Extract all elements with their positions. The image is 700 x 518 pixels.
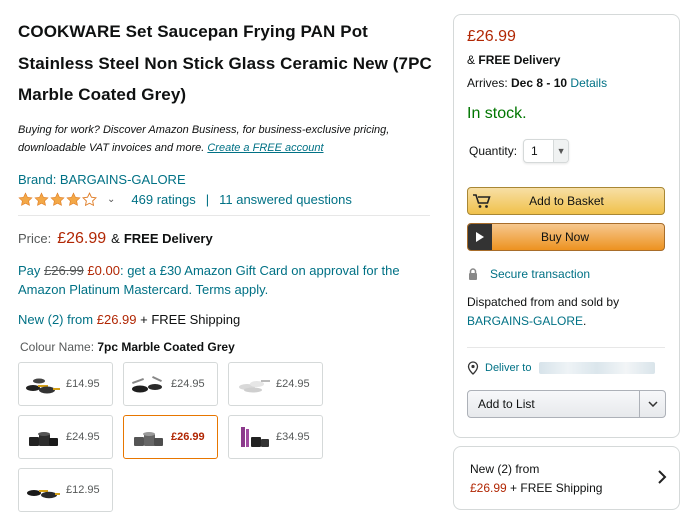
colour-value: 7pc Marble Coated Grey <box>97 339 235 354</box>
gift-card-promo[interactable]: Pay £26.99 £0.00: get a £30 Amazon Gift … <box>18 261 428 299</box>
promo-new-price: £0.00 <box>87 262 120 278</box>
location-pin-icon <box>467 361 479 375</box>
star-full-icon <box>34 192 49 206</box>
quantity-label: Quantity: <box>469 144 518 158</box>
star-full-icon <box>18 192 33 206</box>
price-value: £26.99 <box>57 229 107 247</box>
buy-now-label: Buy Now <box>540 230 590 244</box>
chevron-down-icon[interactable]: ⌄ <box>107 194 115 205</box>
divider <box>18 214 430 216</box>
deliver-to-label: Deliver to <box>485 362 532 374</box>
answered-questions-link[interactable]: 11 answered questions <box>219 192 352 207</box>
stock-status: In stock. <box>467 105 527 122</box>
price-row: Price: £26.99 & FREE Delivery <box>18 230 434 248</box>
new-offers-row: New (2) from £26.99 + FREE Shipping <box>18 312 434 327</box>
swatch-option[interactable]: £12.95 <box>18 467 113 512</box>
cookware-thumbnail <box>29 431 58 446</box>
add-to-list-button[interactable]: Add to List <box>467 390 666 418</box>
secure-transaction[interactable]: Secure transaction <box>467 267 665 281</box>
deliver-to-row[interactable]: Deliver to <box>467 361 665 375</box>
cookware-thumbnail <box>134 431 163 446</box>
buy-box: £26.99 & FREE Delivery Arrives: Dec 8 - … <box>453 14 680 438</box>
swatch-option[interactable]: £14.95 <box>18 361 113 406</box>
other-sellers-shipping: + FREE Shipping <box>510 481 603 495</box>
swatch-option[interactable]: £24.95 <box>18 414 113 459</box>
seller-link[interactable]: BARGAINS-GALORE <box>467 314 583 328</box>
buybox-delivery: & FREE Delivery <box>467 53 665 67</box>
other-sellers-box[interactable]: New (2) from £26.99 + FREE Shipping <box>453 446 680 510</box>
arrives-label: Arrives: <box>467 76 508 90</box>
cookware-thumbnail <box>27 489 60 498</box>
swatch-price: £26.99 <box>171 430 205 443</box>
add-to-basket-button[interactable]: Add to Basket <box>467 187 665 215</box>
swatch-option[interactable]: £24.95 <box>123 361 218 406</box>
swatch-price: £34.95 <box>276 430 310 443</box>
star-full-icon <box>66 192 81 206</box>
chevron-down-icon: ▼ <box>553 140 569 162</box>
star-empty-icon <box>82 192 97 207</box>
seller-suffix: . <box>583 314 587 328</box>
business-text: Buying for work? Discover Amazon Busines… <box>18 123 390 154</box>
arrival-row: Arrives: Dec 8 - 10 Details <box>467 76 665 90</box>
dispatched-text: Dispatched from and sold by <box>467 295 620 309</box>
colour-label: Colour Name: <box>20 339 95 354</box>
divider <box>467 347 665 348</box>
play-icon <box>468 224 492 250</box>
other-sellers-price: £26.99 <box>470 481 507 495</box>
price-label: Price: <box>18 230 52 246</box>
dispatched-info: Dispatched from and sold by BARGAINS-GAL… <box>467 293 665 331</box>
promo-old-price: £26.99 <box>44 262 84 278</box>
brand-link[interactable]: Brand: BARGAINS-GALORE <box>18 172 434 188</box>
buybox-price: £26.99 <box>467 28 516 45</box>
new-offers-link[interactable]: New (2) from <box>18 312 93 327</box>
rating-row: ⌄ 469 ratings | 11 answered questions <box>18 191 434 209</box>
secure-label: Secure transaction <box>490 267 591 281</box>
chevron-right-icon <box>658 470 667 484</box>
cookware-thumbnail <box>241 426 269 447</box>
cookware-thumbnail <box>26 378 60 393</box>
arrives-dates: Dec 8 - 10 <box>511 76 568 90</box>
buy-now-button[interactable]: Buy Now <box>467 223 665 251</box>
colour-swatches: £14.95 £24.95 £24.95 £24.95 £26.99 £34.9… <box>18 361 434 512</box>
swatch-price: £24.95 <box>171 377 205 390</box>
swatch-option[interactable]: £24.95 <box>228 361 323 406</box>
new-offers-price: £26.99 <box>96 311 137 327</box>
star-full-icon <box>50 192 65 206</box>
cart-icon <box>469 188 495 214</box>
create-account-link[interactable]: Create a FREE account <box>207 142 323 154</box>
other-sellers-line2: £26.99 + FREE Shipping <box>470 479 679 498</box>
product-title: COOKWARE Set Saucepan Frying PAN Pot Sta… <box>18 22 432 104</box>
swatch-price: £14.95 <box>66 377 100 390</box>
other-sellers-line1: New (2) from <box>470 462 540 476</box>
quantity-select[interactable]: 1 ▼ <box>523 139 570 163</box>
promo-pay: Pay <box>18 262 41 278</box>
details-link[interactable]: Details <box>570 76 607 90</box>
swatch-price: £24.95 <box>276 377 310 390</box>
separator: | <box>205 192 210 207</box>
price-amp: & <box>111 230 120 246</box>
lock-icon <box>469 268 477 280</box>
new-offers-shipping: + FREE Shipping <box>140 311 241 327</box>
redacted-address <box>539 362 656 374</box>
cookware-thumbnail <box>132 375 162 392</box>
free-delivery-text: FREE Delivery <box>123 230 213 246</box>
colour-row: Colour Name: 7pc Marble Coated Grey <box>18 340 434 354</box>
cookware-thumbnail <box>239 379 270 392</box>
swatch-price: £24.95 <box>66 430 100 443</box>
swatch-option[interactable]: £34.95 <box>228 414 323 459</box>
quantity-value: 1 <box>531 144 538 158</box>
buybox-delivery-amp: & <box>467 53 476 67</box>
buybox-free-delivery: FREE Delivery <box>478 53 561 67</box>
add-to-basket-label: Add to Basket <box>529 194 604 208</box>
star-rating[interactable] <box>18 192 98 207</box>
product-details: COOKWARE Set Saucepan Frying PAN Pot Sta… <box>18 16 434 512</box>
swatch-option-selected[interactable]: £26.99 <box>123 414 218 459</box>
add-to-list-label: Add to List <box>478 397 535 411</box>
ratings-count-link[interactable]: 469 ratings <box>131 192 195 207</box>
business-promo: Buying for work? Discover Amazon Busines… <box>18 121 434 157</box>
quantity-row: Quantity: 1 ▼ <box>467 139 665 163</box>
swatch-price: £12.95 <box>66 483 100 496</box>
chevron-down-icon[interactable] <box>639 391 665 417</box>
